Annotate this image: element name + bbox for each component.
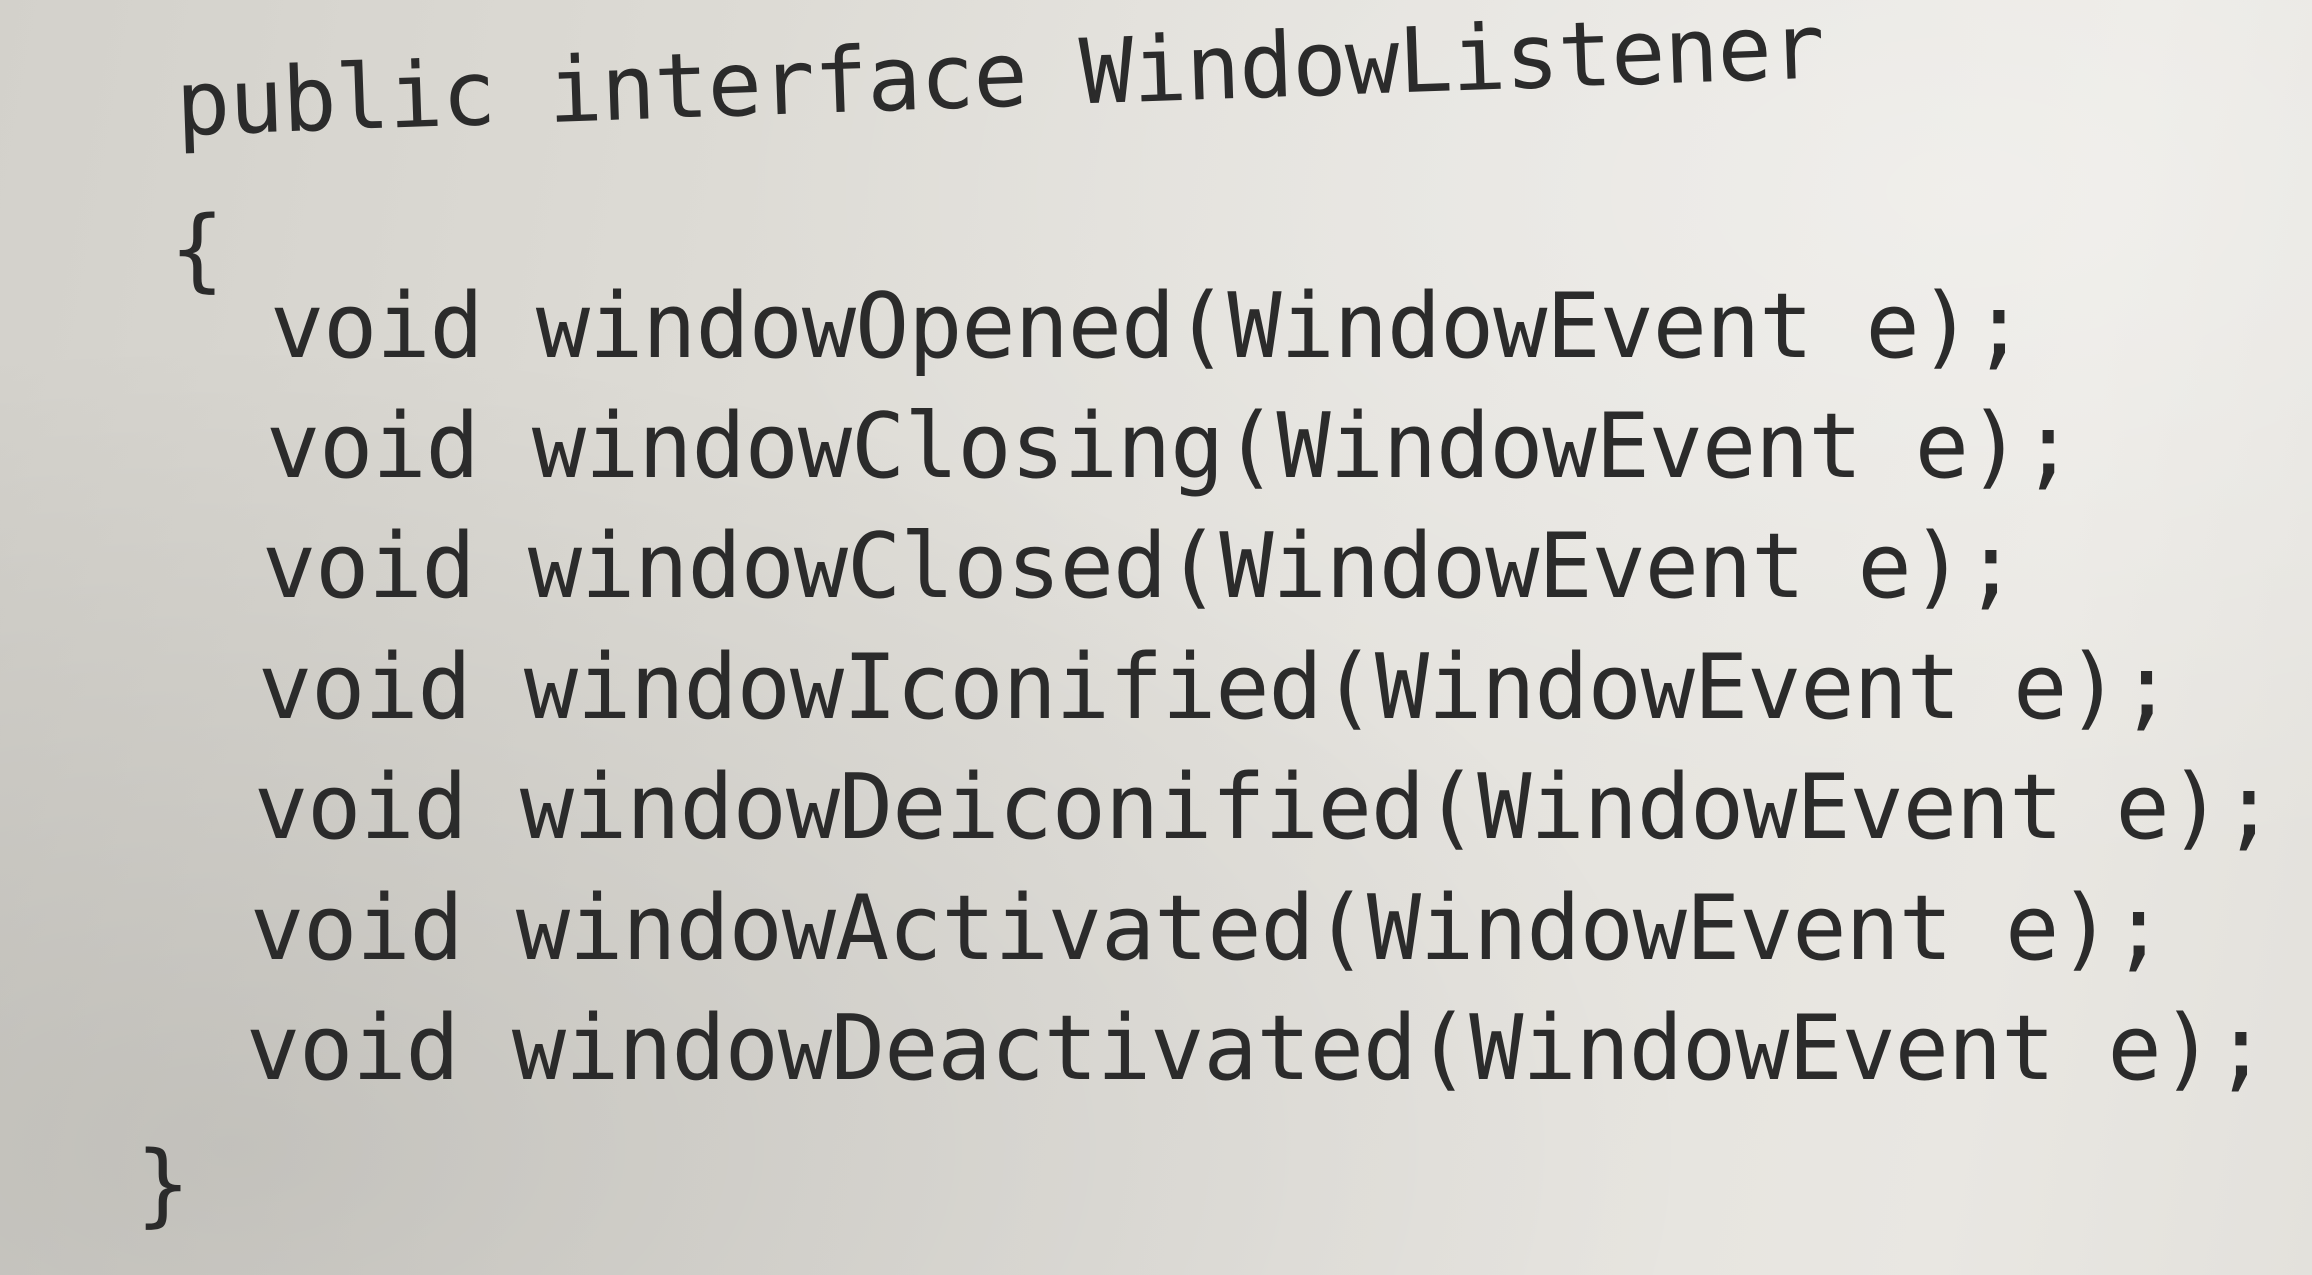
method-window-activated: void windowActivated(WindowEvent e); — [250, 876, 2166, 981]
method-window-deiconified: void windowDeiconified(WindowEvent e); — [254, 755, 2276, 860]
method-window-opened: void windowOpened(WindowEvent e); — [270, 274, 2026, 379]
book-page: public interface WindowListener { void w… — [0, 0, 2312, 1275]
method-window-iconified: void windowIconified(WindowEvent e); — [258, 635, 2174, 740]
method-window-deactivated: void windowDeactivated(WindowEvent e); — [246, 996, 2268, 1101]
interface-declaration: public interface WindowListener — [174, 0, 1826, 157]
opening-brace: { — [170, 197, 224, 302]
method-window-closing: void windowClosing(WindowEvent e); — [266, 394, 2075, 499]
code-listing: public interface WindowListener { void w… — [0, 0, 2312, 1275]
closing-brace: } — [136, 1132, 190, 1237]
method-window-closed: void windowClosed(WindowEvent e); — [262, 514, 2018, 619]
